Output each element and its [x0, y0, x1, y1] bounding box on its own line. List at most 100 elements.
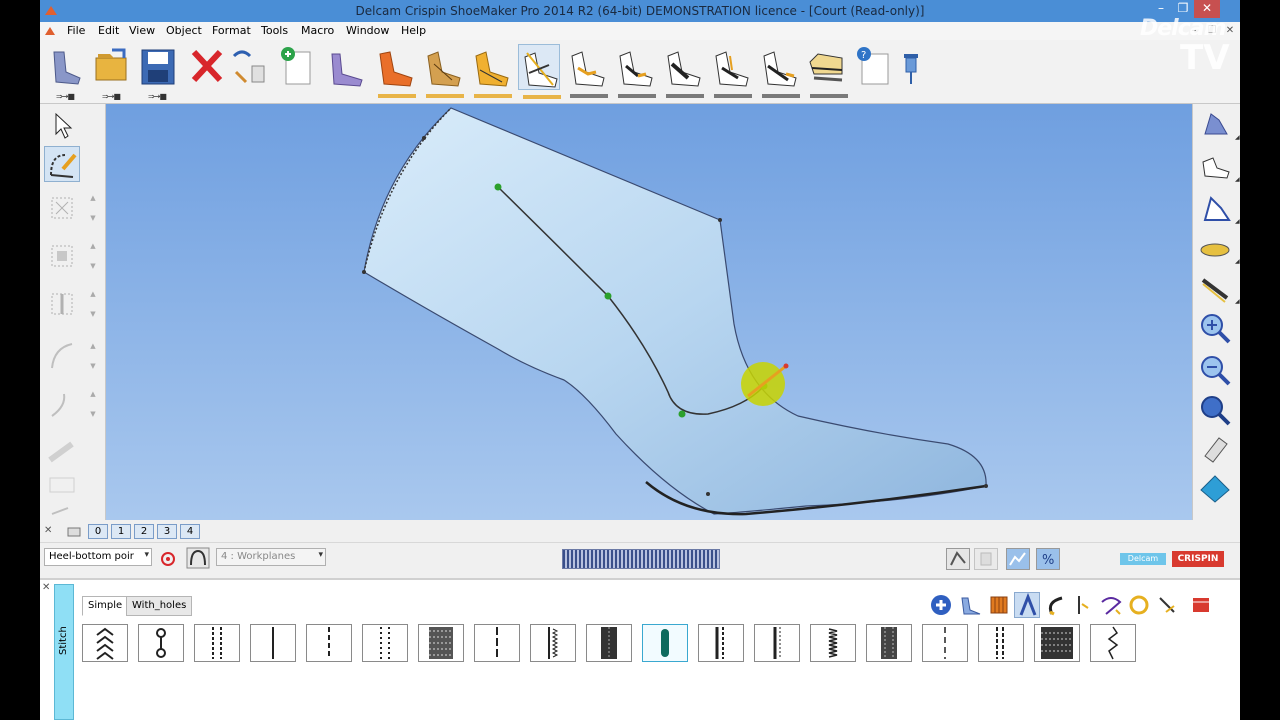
3d-viewport[interactable]	[106, 104, 1192, 520]
parts-tab-0[interactable]: 0	[88, 524, 108, 539]
undo-redo-button[interactable]	[228, 44, 270, 90]
spinner-icon[interactable]: ▲ ▼	[88, 336, 98, 376]
select-tool[interactable]	[44, 108, 80, 144]
last-stitch-button[interactable]	[958, 592, 984, 618]
stitch-swatch-chevron[interactable]	[82, 624, 128, 662]
tab-with-holes[interactable]: With_holes	[126, 596, 193, 616]
align-tool-3[interactable]	[44, 286, 80, 322]
workplanes-dropdown[interactable]: 4 : Workplanes ▾	[216, 548, 326, 566]
style-lines-button[interactable]	[518, 44, 561, 99]
library-close-button[interactable]: ✕	[42, 582, 50, 593]
control-point[interactable]	[678, 410, 686, 418]
parts-tab-3[interactable]: 3	[157, 524, 177, 539]
pin-button[interactable]	[896, 44, 938, 90]
stitch-swatch-wave[interactable]	[1090, 624, 1136, 662]
stitch-swatch-twin[interactable]	[978, 624, 1024, 662]
document-icon[interactable]	[44, 25, 56, 37]
control-point[interactable]	[604, 292, 612, 300]
last-tan-button[interactable]	[422, 44, 464, 98]
stitch-swatch-dark-double[interactable]	[866, 624, 912, 662]
pattern-1-button[interactable]	[566, 44, 608, 98]
new-last-button[interactable]: ⇒→■	[44, 44, 86, 101]
stitch-swatch-thin-dash[interactable]	[922, 624, 968, 662]
stitch-swatch-double-dash[interactable]	[194, 624, 240, 662]
edge-stitch-button[interactable]	[1070, 592, 1096, 618]
delete-button[interactable]	[186, 44, 228, 90]
parts-tab-2[interactable]: 2	[134, 524, 154, 539]
upper-tool-button[interactable]	[326, 44, 368, 90]
curve-tool-2[interactable]	[44, 386, 80, 422]
align-tool-1[interactable]	[44, 190, 80, 226]
menu-format[interactable]: Format	[212, 24, 251, 37]
zoom-window-button[interactable]	[1197, 392, 1233, 428]
stitch-swatch-bar-solid[interactable]	[754, 624, 800, 662]
pattern-multi-button[interactable]	[806, 44, 848, 98]
parts-tab-1[interactable]: 1	[111, 524, 131, 539]
edit-curve-tool[interactable]	[44, 146, 80, 182]
rotate-view-button[interactable]	[1197, 470, 1233, 506]
spinner-icon[interactable]: ▲ ▼	[88, 384, 98, 424]
align-tool-2[interactable]	[44, 238, 80, 274]
layers-icon[interactable]	[66, 525, 82, 539]
view-sole-button[interactable]: ◢	[1197, 230, 1240, 266]
save-button[interactable]: ⇒→■	[136, 44, 178, 101]
stitch-swatch-dashed[interactable]	[306, 624, 352, 662]
info-document-button[interactable]: ?	[854, 44, 896, 90]
tab-simple[interactable]: Simple	[82, 596, 129, 616]
pattern-stitch-button[interactable]	[1154, 592, 1180, 618]
spinner-icon[interactable]: ▲ ▼	[88, 236, 98, 276]
percent-button[interactable]: %	[1036, 548, 1060, 570]
library-settings-button[interactable]	[1188, 592, 1214, 618]
zoom-out-button[interactable]	[1197, 352, 1233, 388]
menu-macro[interactable]: Macro	[301, 24, 334, 37]
panel-close-button[interactable]: ✕	[44, 525, 52, 536]
stitch-sidebar-tab[interactable]: Stitch	[54, 584, 74, 720]
control-point[interactable]	[494, 183, 502, 191]
menu-window[interactable]: Window	[346, 24, 389, 37]
pan-button[interactable]	[1197, 430, 1233, 466]
render-settings-button[interactable]	[946, 548, 970, 570]
view-top-button[interactable]: ◢	[1197, 270, 1240, 306]
menu-file[interactable]: File	[67, 24, 85, 37]
point-selector-dropdown[interactable]: Heel-bottom poir ▾	[44, 548, 152, 566]
stitch-swatch-zigzag[interactable]	[810, 624, 856, 662]
menu-object[interactable]: Object	[166, 24, 202, 37]
view-front-button[interactable]: ◢	[1197, 190, 1240, 226]
pattern-2-button[interactable]	[614, 44, 656, 98]
spinner-icon[interactable]: ▲ ▼	[88, 188, 98, 228]
stitch-swatch-double-dotted[interactable]	[362, 624, 408, 662]
menu-tools[interactable]: Tools	[261, 24, 288, 37]
shoe-body[interactable]	[363, 107, 987, 515]
curve-tool-1[interactable]	[44, 338, 80, 374]
loop-stitch-button[interactable]	[1098, 592, 1124, 618]
zoom-in-button[interactable]	[1197, 310, 1233, 346]
stitch-swatch-bar-dash[interactable]	[698, 624, 744, 662]
texture-button[interactable]	[974, 548, 998, 570]
shoe-model-canvas[interactable]	[106, 104, 1192, 520]
parts-tab-4[interactable]: 4	[180, 524, 200, 539]
stitch-swatch-grid[interactable]	[1034, 624, 1080, 662]
stitch-swatch-single-dash[interactable]	[474, 624, 520, 662]
last-orange-button[interactable]	[374, 44, 416, 98]
pattern-4-button[interactable]	[710, 44, 752, 98]
stitch-style-button[interactable]	[1014, 592, 1040, 618]
curve-stitch-button[interactable]	[1042, 592, 1068, 618]
menu-view[interactable]: View	[129, 24, 155, 37]
menu-edit[interactable]: Edit	[98, 24, 119, 37]
stitch-swatch-dark-band[interactable]	[586, 624, 632, 662]
stitch-swatch-solid[interactable]	[250, 624, 296, 662]
brush-tool[interactable]	[44, 434, 80, 470]
arc-tool-icon[interactable]	[186, 547, 210, 569]
add-stitch-button[interactable]	[928, 592, 954, 618]
snap-target-icon[interactable]	[158, 549, 180, 569]
view-upper-button[interactable]: ◢	[1197, 106, 1240, 142]
stitch-swatch-chain[interactable]	[138, 624, 184, 662]
block-stitch-button[interactable]	[986, 592, 1012, 618]
stitch-swatch-zigzag-edge[interactable]	[530, 624, 576, 662]
spinner-icon[interactable]: ▲ ▼	[88, 284, 98, 324]
pattern-3-button[interactable]	[662, 44, 704, 98]
tangent-end-point[interactable]	[783, 363, 789, 369]
stitch-swatch-teal[interactable]	[642, 624, 688, 662]
menu-help[interactable]: Help	[401, 24, 426, 37]
ring-stitch-button[interactable]	[1126, 592, 1152, 618]
